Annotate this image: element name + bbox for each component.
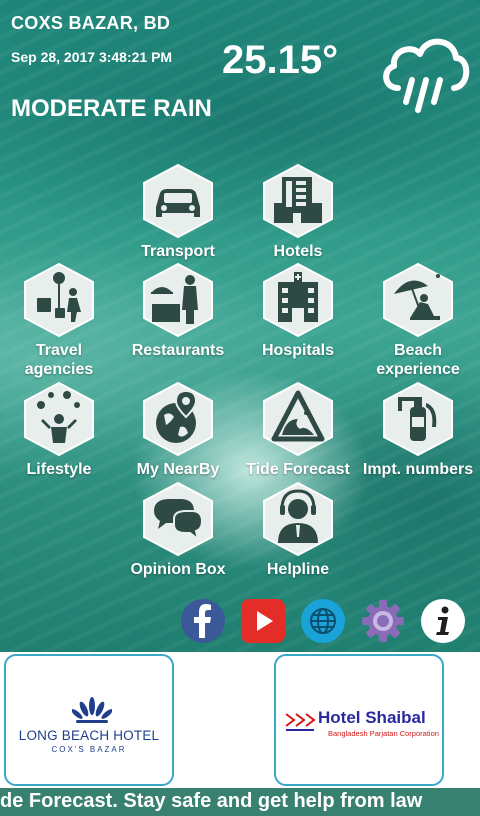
restaurant-waiter-icon bbox=[143, 262, 213, 338]
transport-label: Transport bbox=[141, 243, 215, 260]
hotels-label: Hotels bbox=[273, 243, 323, 260]
lifestyle-tile[interactable]: Lifestyle bbox=[0, 381, 124, 479]
my-nearby-tile[interactable]: My NearBy bbox=[113, 381, 243, 479]
beach-experience-label: Beach experience bbox=[353, 341, 480, 379]
chat-bubbles-icon bbox=[143, 481, 213, 557]
lifestyle-label: Lifestyle bbox=[26, 461, 92, 478]
travel-agencies-tile[interactable]: Travel agencies bbox=[0, 262, 124, 379]
long-beach-logo-icon bbox=[72, 697, 112, 723]
youtube-icon[interactable] bbox=[240, 598, 286, 644]
hospitals-tile[interactable]: Hospitals bbox=[233, 262, 363, 360]
tide-warning-icon bbox=[263, 381, 333, 457]
headset-operator-icon bbox=[263, 481, 333, 557]
tide-forecast-tile[interactable]: Tide Forecast bbox=[233, 381, 363, 479]
car-icon bbox=[143, 163, 213, 239]
lifestyle-juggler-icon bbox=[24, 381, 94, 457]
hotels-tile[interactable]: Hotels bbox=[233, 163, 363, 261]
travel-label-line1: Travel bbox=[35, 342, 83, 359]
location-label: COXS BAZAR, BD bbox=[11, 13, 171, 33]
hospital-icon bbox=[263, 262, 333, 338]
beach-label-line2: experience bbox=[376, 361, 460, 378]
tide-forecast-label: Tide Forecast bbox=[246, 461, 350, 478]
restaurants-label: Restaurants bbox=[131, 342, 225, 359]
rain-cloud-icon bbox=[383, 38, 470, 113]
long-beach-hotel-subtitle: COX'S BAZAR bbox=[51, 745, 127, 754]
datetime-label: Sep 28, 2017 3:48:21 PM bbox=[11, 49, 173, 65]
hotel-building-icon bbox=[263, 163, 333, 239]
travel-agencies-label: Travel agencies bbox=[0, 341, 124, 379]
ticker-text: de Forecast. Stay safe and get help from… bbox=[0, 790, 423, 812]
settings-gear-icon[interactable] bbox=[360, 598, 406, 644]
globe-pin-icon bbox=[143, 381, 213, 457]
opinion-box-label: Opinion Box bbox=[130, 561, 226, 578]
travel-luggage-icon bbox=[24, 262, 94, 338]
parjatan-logo-icon bbox=[285, 713, 316, 731]
helpline-tile[interactable]: Helpline bbox=[233, 481, 363, 579]
important-numbers-label: Impt. numbers bbox=[362, 461, 474, 478]
hotel-shaibal-ad[interactable]: Hotel Shaibal Bangladesh Parjatan Corpor… bbox=[274, 654, 444, 786]
temperature-label: 25.15° bbox=[222, 38, 339, 82]
facebook-icon[interactable] bbox=[180, 598, 226, 644]
weather-condition-label: MODERATE RAIN bbox=[11, 95, 212, 122]
important-numbers-tile[interactable]: Impt. numbers bbox=[353, 381, 480, 479]
hospitals-label: Hospitals bbox=[261, 342, 334, 359]
opinion-box-tile[interactable]: Opinion Box bbox=[113, 481, 243, 579]
long-beach-hotel-ad[interactable]: LONG BEACH HOTEL COX'S BAZAR bbox=[4, 654, 174, 786]
beach-experience-tile[interactable]: Beach experience bbox=[353, 262, 480, 379]
restaurants-tile[interactable]: Restaurants bbox=[113, 262, 243, 360]
news-ticker: de Forecast. Stay safe and get help from… bbox=[0, 788, 480, 816]
my-nearby-label: My NearBy bbox=[136, 461, 220, 478]
beach-umbrella-icon bbox=[383, 262, 453, 338]
beach-label-line1: Beach bbox=[393, 342, 443, 359]
sponsor-ads-strip: LONG BEACH HOTEL COX'S BAZAR Hotel Shaib… bbox=[0, 652, 480, 788]
transport-tile[interactable]: Transport bbox=[113, 163, 243, 261]
website-globe-icon[interactable] bbox=[300, 598, 346, 644]
info-icon[interactable] bbox=[420, 598, 466, 644]
hotel-shaibal-subtitle: Bangladesh Parjatan Corporation bbox=[328, 729, 439, 738]
helpline-label: Helpline bbox=[266, 561, 330, 578]
fire-extinguisher-icon bbox=[383, 381, 453, 457]
hotel-shaibal-name: Hotel Shaibal bbox=[318, 708, 426, 727]
travel-label-line2: agencies bbox=[24, 361, 94, 378]
long-beach-hotel-name: LONG BEACH HOTEL bbox=[18, 728, 160, 743]
